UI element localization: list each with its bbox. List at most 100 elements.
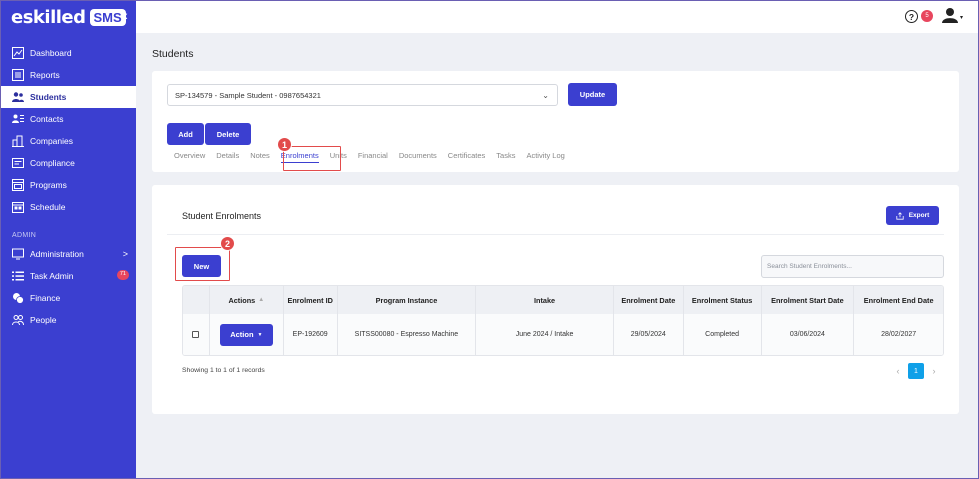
export-label: Export xyxy=(908,212,930,219)
sidebar-item-administration[interactable]: Administration > xyxy=(1,243,136,265)
student-select-value: SP-134579 - Sample Student - 0987654321 xyxy=(175,90,321,100)
cell-program-instance: SITSS00080 - Espresso Machine xyxy=(338,314,477,355)
delete-button[interactable]: Delete xyxy=(205,123,251,145)
sidebar-item-label: Finance xyxy=(30,293,61,303)
update-button[interactable]: Update xyxy=(568,83,617,106)
calendar-icon xyxy=(12,201,24,213)
tab-tasks[interactable]: Tasks xyxy=(496,151,515,163)
next-page-button[interactable]: › xyxy=(926,366,942,376)
sidebar-item-label: People xyxy=(30,315,57,325)
tab-certificates[interactable]: Certificates xyxy=(448,151,486,163)
pagination: ‹ 1 › xyxy=(890,363,942,379)
sidebar-item-label: Companies xyxy=(30,136,73,146)
page-title: Students xyxy=(152,48,194,60)
export-icon xyxy=(896,211,904,220)
row-select-cell xyxy=(183,314,210,355)
user-menu[interactable]: ▾ xyxy=(942,7,963,28)
cell-enrolment-date: 29/05/2024 xyxy=(614,314,684,355)
column-header-program-instance[interactable]: Program Instance xyxy=(338,286,477,314)
section-label-admin: ADMIN xyxy=(12,231,37,239)
brand-name: eskilled xyxy=(11,7,86,28)
count-badge: 71 xyxy=(116,270,129,280)
sidebar-item-label: Schedule xyxy=(30,202,66,212)
monitor-icon xyxy=(12,248,24,260)
tab-financial[interactable]: Financial xyxy=(358,151,388,163)
cell-enrolment-status: Completed xyxy=(684,314,762,355)
section-title: Student Enrolments xyxy=(182,211,262,221)
row-actions-cell: Action ▼ xyxy=(210,314,284,355)
enrolments-card: Student Enrolments Export New 2 Actions▲… xyxy=(152,185,959,414)
page-1-button[interactable]: 1 xyxy=(908,363,924,379)
action-label: Action xyxy=(230,330,254,339)
sidebar-item-finance[interactable]: Finance xyxy=(1,287,136,309)
tab-details[interactable]: Details xyxy=(216,151,239,163)
student-card: SP-134579 - Sample Student - 0987654321 … xyxy=(152,71,959,172)
sidebar-item-companies[interactable]: Companies xyxy=(1,130,136,152)
user-avatar-icon xyxy=(942,7,958,28)
sidebar-item-label: Administration xyxy=(30,249,84,259)
highlight-box-new-button xyxy=(175,247,230,281)
sidebar-item-dashboard[interactable]: Dashboard xyxy=(1,42,136,64)
chart-line-icon xyxy=(12,47,24,59)
column-header-start-date[interactable]: Enrolment Start Date xyxy=(762,286,855,314)
tab-overview[interactable]: Overview xyxy=(174,151,205,163)
sidebar-item-compliance[interactable]: Compliance xyxy=(1,152,136,174)
column-header-enrolment-date[interactable]: Enrolment Date xyxy=(614,286,684,314)
sidebar-item-contacts[interactable]: Contacts xyxy=(1,108,136,130)
highlight-box-enrolments-tab xyxy=(283,146,341,171)
row-checkbox[interactable] xyxy=(192,331,200,338)
sidebar-item-label: Programs xyxy=(30,180,67,190)
prev-page-button[interactable]: ‹ xyxy=(890,366,906,376)
users-icon xyxy=(12,91,24,103)
enrolments-table: Actions ▲ Enrolment ID Program Instance I… xyxy=(182,285,944,356)
column-header-enrolment-status[interactable]: Enrolment Status xyxy=(684,286,762,314)
tab-bar: Overview Details Notes Enrolments Units … xyxy=(174,151,576,163)
contact-card-icon xyxy=(12,113,24,125)
double-chevron-left-icon[interactable]: « xyxy=(120,7,128,23)
table-header: Actions ▲ Enrolment ID Program Instance I… xyxy=(183,286,943,314)
list-icon xyxy=(12,270,24,282)
sidebar-item-label: Reports xyxy=(30,70,60,80)
column-header-label: Actions xyxy=(228,295,256,305)
sidebar-item-students[interactable]: Students xyxy=(1,86,136,108)
export-button[interactable]: Export xyxy=(886,206,939,225)
report-icon xyxy=(12,69,24,81)
building-icon xyxy=(12,135,24,147)
cell-start-date: 03/06/2024 xyxy=(762,314,855,355)
help-icon[interactable]: ? xyxy=(905,10,918,23)
search-enrolments-input[interactable] xyxy=(761,255,944,278)
sidebar-item-label: Students xyxy=(30,92,67,102)
id-card-icon xyxy=(12,157,24,169)
sidebar-item-label: Dashboard xyxy=(30,48,72,58)
column-header-actions[interactable]: Actions ▲ xyxy=(210,286,284,314)
sidebar-item-people[interactable]: People xyxy=(1,309,136,331)
sidebar-item-programs[interactable]: Programs xyxy=(1,174,136,196)
action-dropdown-button[interactable]: Action ▼ xyxy=(219,323,273,346)
sidebar-item-task-admin[interactable]: Task Admin 71 xyxy=(1,265,136,287)
tab-activity-log[interactable]: Activity Log xyxy=(526,151,564,163)
tab-notes[interactable]: Notes xyxy=(250,151,270,163)
cell-intake: June 2024 / Intake xyxy=(476,314,614,355)
chevron-down-icon: ⌄ xyxy=(542,91,549,100)
caret-down-icon: ▾ xyxy=(960,15,964,21)
step-marker-1: 1 xyxy=(277,137,292,152)
sidebar-item-schedule[interactable]: Schedule xyxy=(1,196,136,218)
notification-badge[interactable]: 5 xyxy=(921,10,933,22)
sidebar-item-reports[interactable]: Reports xyxy=(1,64,136,86)
sort-caret-icon: ▲ xyxy=(258,297,265,303)
column-header-select xyxy=(183,286,210,314)
caret-down-icon: ▼ xyxy=(257,331,263,338)
sidebar-item-label: Compliance xyxy=(30,158,75,168)
column-header-intake[interactable]: Intake xyxy=(476,286,614,314)
cell-end-date: 28/02/2027 xyxy=(881,331,917,338)
column-header-enrolment-id[interactable]: Enrolment ID xyxy=(284,286,338,314)
sidebar-item-label: Task Admin xyxy=(30,271,74,281)
student-select[interactable]: SP-134579 - Sample Student - 0987654321 … xyxy=(167,84,558,106)
cell-enrolment-id: EP-192609 xyxy=(284,314,338,355)
tab-documents[interactable]: Documents xyxy=(399,151,437,163)
app-frame: eskilled SMS « Dashboard Reports Student… xyxy=(1,1,978,478)
chevron-right-icon: > xyxy=(122,249,128,259)
add-button[interactable]: Add xyxy=(167,123,204,145)
brand-logo[interactable]: eskilled SMS xyxy=(11,7,126,28)
column-header-end-date[interactable]: Enrolment End Date xyxy=(854,286,943,314)
